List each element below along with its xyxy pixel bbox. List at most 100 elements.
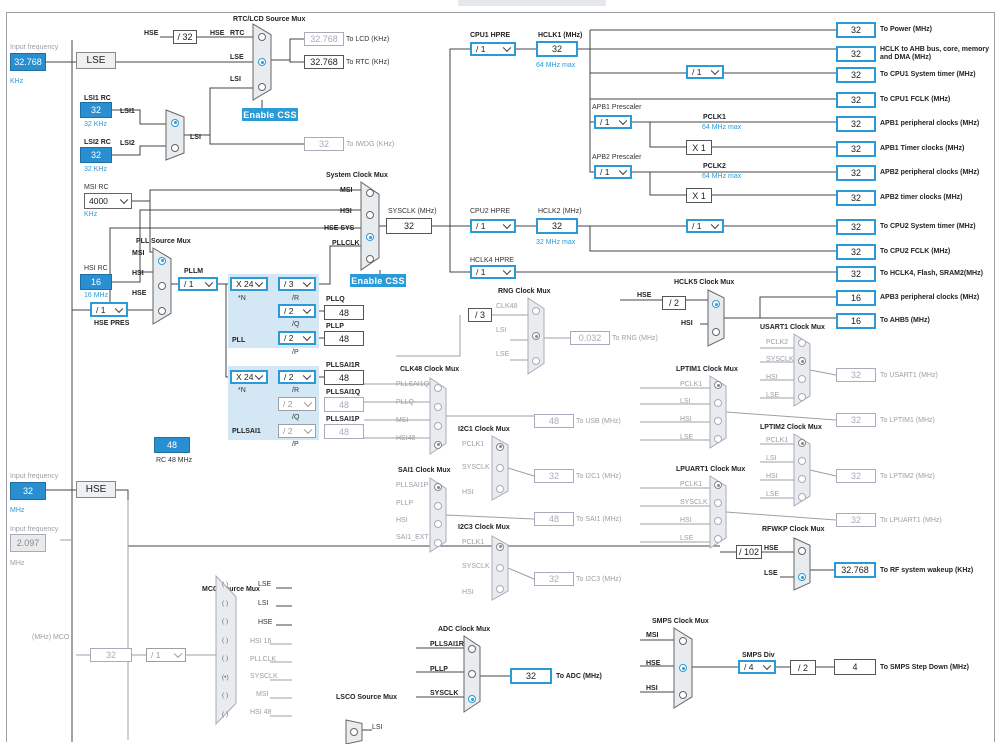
mux-radio[interactable] <box>798 375 806 383</box>
usb-value[interactable]: 48 <box>534 414 574 428</box>
mux-radio[interactable] <box>366 233 374 241</box>
lptim2-value[interactable]: 32 <box>836 469 876 483</box>
msi-rc-select[interactable]: 4000 <box>84 193 132 209</box>
usart1-value[interactable]: 32 <box>836 368 876 382</box>
mux-radio[interactable] <box>468 670 476 678</box>
mux-radio[interactable] <box>798 357 806 365</box>
enable-css-hse-button[interactable]: Enable CSS <box>350 274 406 287</box>
output-value[interactable]: 32 <box>836 190 876 206</box>
mux-slot[interactable]: ( ) <box>222 655 228 662</box>
pllq-select[interactable]: / 2 <box>278 304 316 318</box>
pllsai1r-value[interactable]: 48 <box>324 370 364 385</box>
output-value[interactable]: 16 <box>836 313 876 329</box>
mux-radio[interactable] <box>798 547 806 555</box>
rtc-mux[interactable] <box>252 23 272 101</box>
mux-radio[interactable] <box>798 475 806 483</box>
pllp-select[interactable]: / 2 <box>278 331 316 345</box>
hclk2-value[interactable]: 32 <box>536 218 578 234</box>
hse-input-frequency-field[interactable]: 32 <box>10 482 46 500</box>
apb2-prescaler-select[interactable]: / 1 <box>594 165 632 179</box>
lpuart1-mux[interactable] <box>709 475 727 549</box>
output-value[interactable]: 32 <box>836 46 876 62</box>
top-scroll-tab[interactable] <box>458 0 606 6</box>
hclk4-hpre-select[interactable]: / 1 <box>470 265 516 279</box>
hclk5-div2[interactable]: / 2 <box>662 296 686 310</box>
enable-css-lse-button[interactable]: Enable CSS <box>242 108 298 121</box>
pllq-value[interactable]: 48 <box>324 305 364 320</box>
mux-radio[interactable] <box>350 728 358 736</box>
i2c1-mux[interactable] <box>491 435 509 501</box>
hsi-rc-value[interactable]: 16 <box>80 274 112 290</box>
rng-value[interactable]: 0.032 <box>570 331 610 345</box>
i2c3-mux[interactable] <box>491 535 509 601</box>
lse-input-frequency-field[interactable]: 32.768 <box>10 53 46 71</box>
mco-mux[interactable]: ( ) ( ) ( ) ( ) ( ) (•) ( ) ( ) <box>215 574 237 726</box>
output-value[interactable]: 32 <box>836 266 876 282</box>
mux-radio[interactable] <box>714 435 722 443</box>
lsi2-rc-value[interactable]: 32 <box>80 147 112 163</box>
mux-radio[interactable] <box>714 399 722 407</box>
apb1-prescaler-select[interactable]: / 1 <box>594 115 632 129</box>
pllr-select[interactable]: / 3 <box>278 277 316 291</box>
lcd-value[interactable]: 32.768 <box>304 32 344 46</box>
clk48-mux[interactable] <box>429 377 447 455</box>
adc-mux[interactable] <box>463 635 481 713</box>
lptim1-mux[interactable] <box>709 375 727 449</box>
usart1-mux[interactable] <box>793 333 811 407</box>
mux-radio[interactable] <box>496 442 504 451</box>
pllsai1r-select[interactable]: / 2 <box>278 370 316 384</box>
mux-radio[interactable] <box>714 481 722 489</box>
mux-radio[interactable] <box>679 690 687 699</box>
lsi1-rc-value[interactable]: 32 <box>80 102 112 118</box>
div32-box[interactable]: / 32 <box>173 30 197 44</box>
mux-radio[interactable] <box>679 664 687 672</box>
cpu2-timer-div-select[interactable]: / 1 <box>686 219 724 233</box>
iwdg-value[interactable]: 32 <box>304 137 344 151</box>
mux-radio[interactable] <box>712 300 720 308</box>
mux-radio[interactable] <box>434 383 442 392</box>
mux-slot[interactable]: ( ) <box>222 618 228 625</box>
lsi-mux[interactable] <box>165 109 185 161</box>
output-value[interactable]: 32 <box>836 141 876 157</box>
mux-radio[interactable] <box>798 439 806 447</box>
smps-value[interactable]: 4 <box>834 659 876 675</box>
i2c1-value[interactable]: 32 <box>534 469 574 483</box>
mux-radio[interactable] <box>714 499 722 507</box>
lptim2-mux[interactable] <box>793 433 811 507</box>
apb2-timer-mult[interactable]: X 1 <box>686 188 712 203</box>
hse-prescaler-select[interactable]: / 1 <box>90 302 128 317</box>
pllm-select[interactable]: / 1 <box>178 277 218 291</box>
mco-div-select[interactable]: / 1 <box>146 648 186 662</box>
mux-radio[interactable] <box>171 118 179 127</box>
mux-radio[interactable] <box>171 143 179 152</box>
smps-mux[interactable] <box>673 627 693 709</box>
apb1-timer-mult[interactable]: X 1 <box>686 140 712 155</box>
pllp-value[interactable]: 48 <box>324 331 364 346</box>
pllsai1q-value[interactable]: 48 <box>324 397 364 412</box>
smps-div-select[interactable]: / 4 <box>738 660 776 674</box>
output-value[interactable]: 32 <box>836 219 876 235</box>
adc-value[interactable]: 32 <box>510 668 552 684</box>
mux-radio[interactable] <box>496 564 504 572</box>
mux-radio[interactable] <box>712 328 720 336</box>
mux-radio[interactable] <box>366 189 374 197</box>
rng-div3[interactable]: / 3 <box>468 308 492 322</box>
hclk1-value[interactable]: 32 <box>536 41 578 57</box>
rtc-value[interactable]: 32.768 <box>304 55 344 69</box>
mux-radio[interactable] <box>496 542 504 551</box>
mux-radio[interactable] <box>258 32 266 41</box>
output-value[interactable]: 32 <box>836 165 876 181</box>
mux-radio[interactable] <box>532 306 540 315</box>
i2c3-value[interactable]: 32 <box>534 572 574 586</box>
mux-radio[interactable] <box>366 211 374 219</box>
rfwkp-div102[interactable]: / 102 <box>736 545 762 559</box>
sysclk-value[interactable]: 32 <box>386 218 432 234</box>
mux-radio[interactable] <box>798 393 806 401</box>
mux-radio[interactable] <box>366 255 374 263</box>
mux-radio[interactable] <box>434 501 442 510</box>
mux-radio[interactable] <box>434 402 442 411</box>
mux-radio[interactable] <box>798 339 806 347</box>
lptim1-value[interactable]: 32 <box>836 413 876 427</box>
rf-wakeup-value[interactable]: 32.768 <box>834 562 876 578</box>
mux-radio[interactable] <box>798 457 806 465</box>
